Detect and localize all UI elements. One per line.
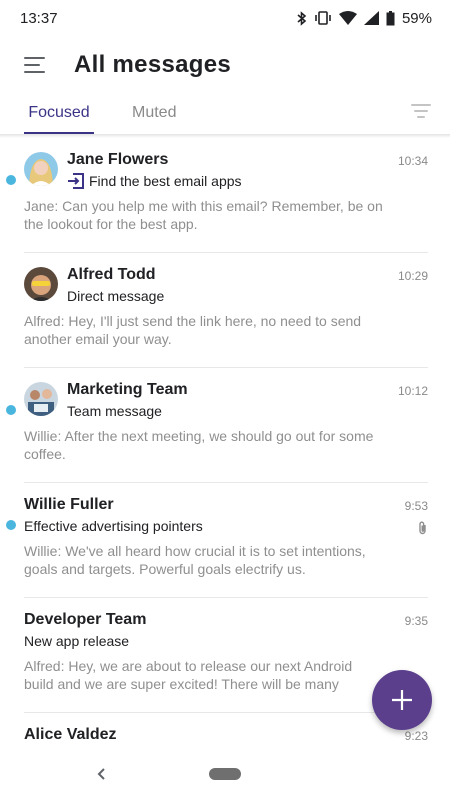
message-subject: Find the best email apps <box>67 173 242 189</box>
message-subject: Team message <box>67 403 162 419</box>
message-item[interactable]: Willie Fuller Effective advertising poin… <box>0 483 450 598</box>
paperclip-icon <box>419 521 426 535</box>
home-pill-button[interactable] <box>209 768 241 780</box>
message-subject-text: Direct message <box>67 288 165 304</box>
compose-button[interactable] <box>372 670 432 730</box>
unread-indicator <box>6 175 16 185</box>
battery-percent: 59% <box>401 9 432 27</box>
message-time: 9:35 <box>404 614 428 628</box>
message-time: 10:12 <box>397 384 428 398</box>
hamburger-menu-icon[interactable] <box>24 50 54 80</box>
message-preview: Willie: After the next meeting, we shoul… <box>24 428 374 462</box>
message-preview: Jane: Can you help me with this email? R… <box>24 198 383 232</box>
bluetooth-icon <box>297 10 307 26</box>
message-sender: Developer Team <box>24 611 147 628</box>
status-time: 13:37 <box>20 9 58 27</box>
plus-icon <box>392 690 412 710</box>
message-preview: Alfred: Hey, we are about to release our… <box>24 658 353 692</box>
message-preview: Willie: We've all heard how crucial it i… <box>24 543 366 577</box>
app-bar: All messages <box>0 36 450 94</box>
page-title: All messages <box>74 51 232 78</box>
tab-muted[interactable]: Muted <box>132 94 176 134</box>
message-item[interactable]: Marketing Team Team message 10:12 Willie… <box>0 368 450 483</box>
message-time: 9:23 <box>404 729 428 743</box>
message-sender: Jane Flowers <box>67 151 169 168</box>
system-nav-bar <box>0 748 450 800</box>
status-bar: 13:37 59% <box>0 0 450 36</box>
status-icons: 59% <box>297 10 432 27</box>
message-subject-text: Find the best email apps <box>89 173 242 189</box>
filter-icon[interactable] <box>411 104 431 120</box>
message-subject: Effective advertising pointers <box>24 518 203 534</box>
message-sender: Alice Valdez <box>24 726 117 743</box>
avatar <box>24 152 58 186</box>
wifi-icon <box>338 11 357 25</box>
forward-inbox-icon <box>68 173 84 189</box>
message-subject-text: Team message <box>67 403 162 419</box>
avatar <box>24 382 58 416</box>
message-subject-text: Effective advertising pointers <box>24 518 203 534</box>
message-time: 10:34 <box>397 154 428 168</box>
message-time: 9:53 <box>404 499 428 513</box>
unread-indicator <box>6 405 16 415</box>
message-preview: Alfred: Hey, I'll just send the link her… <box>24 313 362 347</box>
battery-icon <box>386 10 395 25</box>
tab-bar: Focused Muted <box>0 94 450 134</box>
unread-indicator <box>6 520 16 530</box>
message-sender: Willie Fuller <box>24 496 114 513</box>
message-time: 10:29 <box>397 269 428 283</box>
avatar <box>24 267 58 301</box>
message-item[interactable]: Jane Flowers Find the best email apps 10… <box>0 138 450 253</box>
message-list[interactable]: Jane Flowers Find the best email apps 10… <box>0 138 450 748</box>
message-item[interactable]: Alfred Todd Direct message 10:29 Alfred:… <box>0 253 450 368</box>
cellular-signal-icon <box>363 11 379 25</box>
message-subject-text: New app release <box>24 633 130 649</box>
message-sender: Alfred Todd <box>67 266 156 283</box>
message-subject: New app release <box>24 633 129 649</box>
vibrate-icon <box>315 11 331 25</box>
message-sender: Marketing Team <box>67 381 188 398</box>
tab-focused[interactable]: Focused <box>24 94 94 134</box>
back-chevron-icon[interactable] <box>92 764 112 784</box>
message-subject: Direct message <box>67 288 164 304</box>
